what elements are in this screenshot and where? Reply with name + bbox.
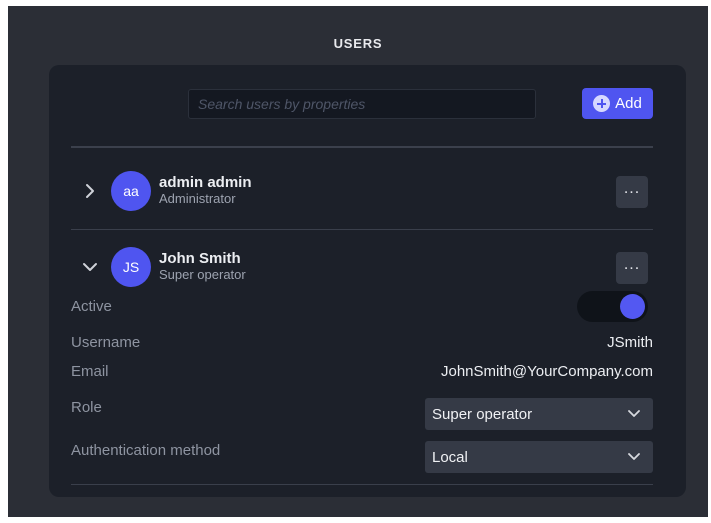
add-button-label: Add	[615, 95, 642, 112]
add-user-button[interactable]: Add	[582, 88, 653, 119]
active-toggle[interactable]	[577, 291, 648, 322]
chevron-down-icon	[628, 453, 640, 460]
more-horizontal-icon: ...	[623, 256, 641, 273]
role-select[interactable]: Super operator	[425, 398, 653, 430]
divider	[71, 229, 653, 230]
toggle-knob	[620, 294, 645, 319]
divider	[71, 484, 653, 485]
more-options-button[interactable]: ...	[616, 176, 648, 208]
role-select-value: Super operator	[432, 405, 533, 423]
plus-circle-icon	[593, 95, 611, 112]
user-name: John Smith	[159, 250, 241, 267]
search-input[interactable]	[188, 89, 536, 119]
username-value: JSmith	[607, 334, 653, 351]
divider	[71, 146, 653, 148]
users-page: USERS Add aa admin admin Administrator .…	[8, 6, 708, 517]
user-row[interactable]: aa admin admin Administrator ...	[71, 171, 653, 211]
chevron-down-icon[interactable]	[80, 257, 100, 277]
page-title: USERS	[333, 36, 383, 51]
role-label: Role	[71, 399, 102, 416]
avatar: aa	[111, 171, 151, 211]
avatar: JS	[111, 247, 151, 287]
auth-method-select[interactable]: Local	[425, 441, 653, 473]
username-label: Username	[71, 334, 141, 351]
chevron-right-icon[interactable]	[80, 181, 100, 201]
users-panel: Add aa admin admin Administrator ... JS …	[49, 65, 686, 497]
active-label: Active	[71, 298, 112, 315]
chevron-down-icon	[628, 410, 640, 417]
more-options-button[interactable]: ...	[616, 252, 648, 284]
user-role: Super operator	[159, 267, 246, 282]
email-label: Email	[71, 363, 109, 380]
auth-method-label: Authentication method	[71, 442, 221, 459]
user-row[interactable]: JS John Smith Super operator ...	[71, 247, 653, 287]
email-value: JohnSmith@YourCompany.com	[441, 363, 653, 380]
user-name: admin admin	[159, 174, 252, 191]
more-horizontal-icon: ...	[623, 180, 641, 197]
user-role: Administrator	[159, 191, 236, 206]
auth-method-select-value: Local	[432, 448, 468, 466]
